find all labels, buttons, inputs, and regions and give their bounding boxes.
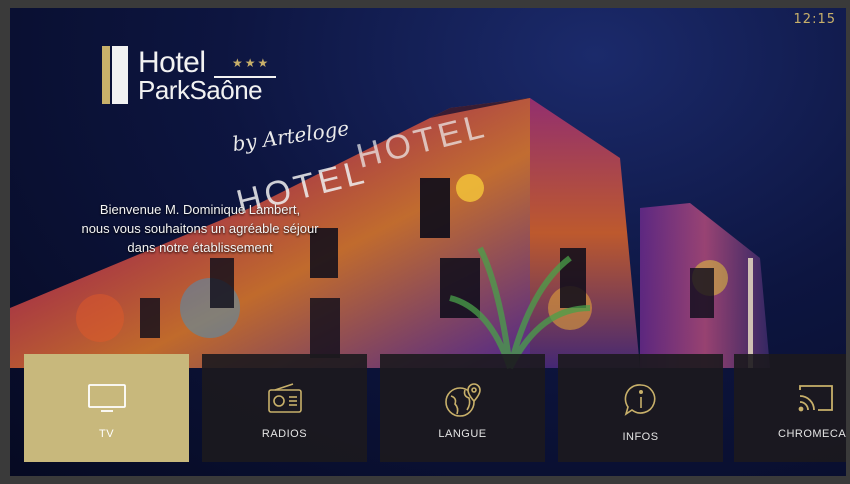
welcome-line-2: nous vous souhaitons un agréable séjour bbox=[81, 221, 319, 236]
menu-label-langue: LANGUE bbox=[438, 428, 487, 440]
tv-screen: HOTEL HOTEL 12:15 Hotel ★★★ ParkSaône by… bbox=[10, 8, 846, 476]
menu-tile-chromecast[interactable]: CHROMECA bbox=[734, 354, 846, 462]
clock: 12:15 bbox=[793, 12, 836, 27]
welcome-message: Bienvenue M. Dominique Lambert, nous vou… bbox=[70, 200, 330, 257]
hotel-name-line2: ParkSaône bbox=[138, 75, 263, 105]
tv-icon bbox=[24, 382, 189, 416]
globe-location-icon bbox=[380, 382, 545, 417]
info-bubble-icon bbox=[558, 382, 723, 416]
menu-label-infos: INFOS bbox=[622, 431, 659, 443]
welcome-line-3: dans notre établissement bbox=[127, 240, 273, 255]
welcome-line-1: Bienvenue M. Dominique Lambert, bbox=[99, 202, 301, 217]
menu-tile-infos[interactable]: INFOS bbox=[558, 354, 723, 462]
menu-label-tv: TV bbox=[98, 428, 115, 440]
menu-tile-langue[interactable]: LANGUE bbox=[380, 354, 545, 462]
hotel-name-line1: Hotel bbox=[138, 46, 206, 79]
radio-icon bbox=[202, 382, 367, 416]
cast-icon bbox=[734, 382, 846, 416]
hotel-stars: ★★★ bbox=[232, 56, 271, 70]
logo-mark bbox=[102, 46, 132, 104]
main-menu: TV RADIOS LANGUE INFOS CHROMECA bbox=[24, 354, 846, 464]
menu-tile-tv[interactable]: TV bbox=[24, 354, 189, 462]
menu-label-radios: RADIOS bbox=[261, 428, 308, 440]
menu-label-chromecast: CHROMECA bbox=[778, 428, 846, 440]
menu-tile-radios[interactable]: RADIOS bbox=[202, 354, 367, 462]
